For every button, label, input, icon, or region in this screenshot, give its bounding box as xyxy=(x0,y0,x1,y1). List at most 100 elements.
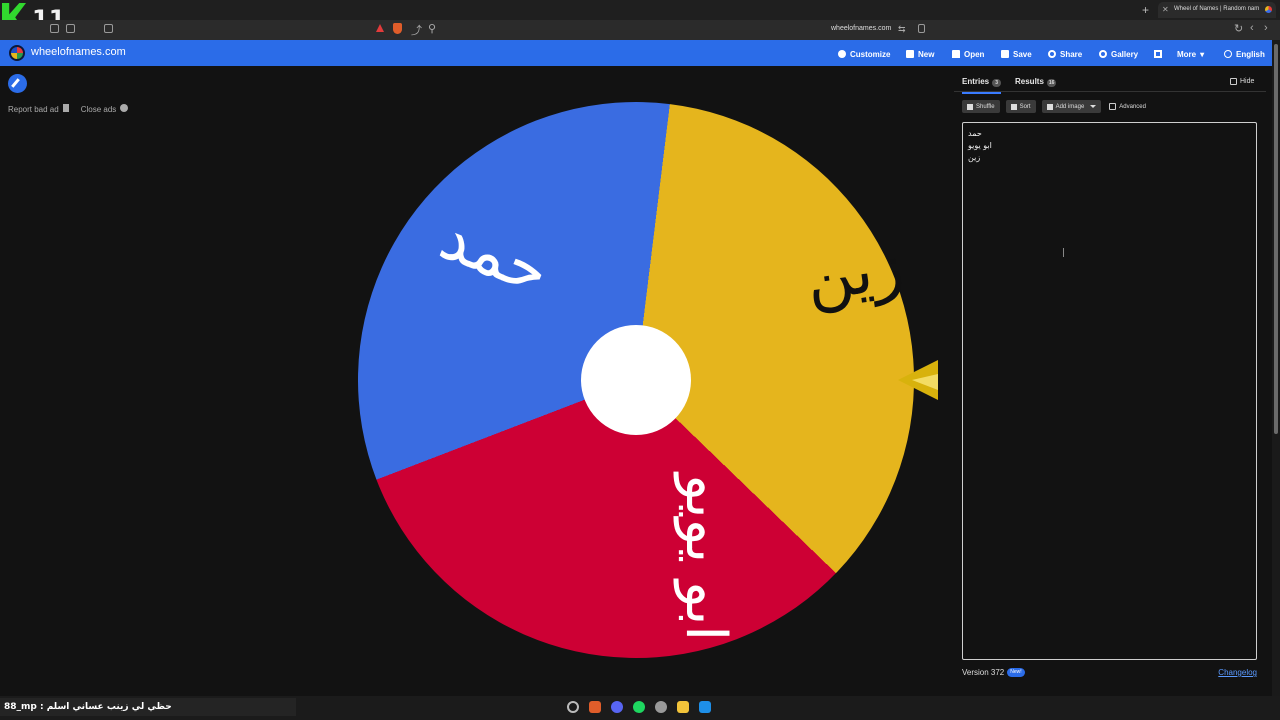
back-icon[interactable]: ‹ xyxy=(1250,22,1254,34)
close-ads-label: Close ads xyxy=(80,105,117,114)
windows-icon[interactable] xyxy=(699,701,711,713)
warning-icon[interactable] xyxy=(376,24,384,32)
entries-textarea[interactable]: حمد ابو يويو زين xyxy=(962,122,1257,660)
tab-title: Wheel of Names | Random nam xyxy=(1174,6,1260,12)
scrollbar-thumb[interactable] xyxy=(1274,44,1278,434)
share-page-icon[interactable]: ⤴ xyxy=(411,22,422,38)
folder-icon[interactable] xyxy=(677,701,689,713)
spotify-icon[interactable] xyxy=(633,701,645,713)
toolbar-icon[interactable] xyxy=(104,24,113,33)
bookmark-icon[interactable] xyxy=(918,24,925,33)
chevron-down-icon xyxy=(1090,105,1097,108)
forward-icon[interactable]: › xyxy=(1264,22,1268,34)
reload-icon[interactable]: ↻ xyxy=(1234,22,1243,35)
search-icon xyxy=(1099,50,1107,58)
hide-toggle[interactable]: Hide xyxy=(1230,78,1254,85)
menu-label: More xyxy=(1177,49,1197,59)
start-circle-icon[interactable] xyxy=(567,701,579,713)
tab-results[interactable]: Results 16 xyxy=(1015,77,1057,87)
menu-label: Gallery xyxy=(1111,49,1139,59)
entry-line: ابو يويو xyxy=(968,141,992,150)
toolbar-icon[interactable] xyxy=(66,24,75,33)
shuffle-label: Shuffle xyxy=(976,103,995,110)
share-icon xyxy=(1048,50,1056,58)
checkbox[interactable] xyxy=(1230,78,1237,85)
wheel-segment-label: زين xyxy=(801,229,909,317)
menu-label: Save xyxy=(1013,49,1032,59)
menu-share[interactable]: Share xyxy=(1048,47,1082,61)
sort-button[interactable]: Sort xyxy=(1005,100,1036,113)
active-tab[interactable]: ✕ Wheel of Names | Random nam xyxy=(1158,2,1276,18)
chat-ticker: 88_mp : حظي لي زينب عساني اسلم xyxy=(4,702,172,712)
image-icon xyxy=(1046,103,1053,110)
changelog-link[interactable]: Changelog xyxy=(1218,668,1257,677)
checkbox[interactable] xyxy=(1109,103,1117,110)
tab-entries[interactable]: Entries 3 xyxy=(962,77,1002,94)
count-badge: 16 xyxy=(1046,79,1057,87)
edit-button[interactable] xyxy=(8,74,27,93)
file-icon xyxy=(906,50,914,58)
wheel-logo-icon[interactable] xyxy=(9,45,25,61)
entries-toolbar: Shuffle Sort Add image Advanced xyxy=(962,100,1146,113)
menu-label: New xyxy=(918,49,935,59)
wheel-segment-label: ابو يويو xyxy=(673,474,738,641)
report-label: Report bad ad xyxy=(8,105,59,114)
close-ads-link[interactable]: Close ads xyxy=(81,104,129,114)
advanced-label: Advanced xyxy=(1119,103,1146,110)
fullscreen-icon xyxy=(1154,50,1162,58)
menu-label: Share xyxy=(1060,49,1083,59)
menu-open[interactable]: Open xyxy=(952,47,984,61)
add-image-label: Add image xyxy=(1055,103,1085,110)
new-tab-button[interactable]: + xyxy=(1142,3,1149,17)
brave-icon[interactable] xyxy=(589,701,601,713)
new-badge[interactable]: New! xyxy=(1007,668,1025,678)
menu-label: Open xyxy=(964,49,985,59)
panel-tabs: Entries 3 Results 16 Hide xyxy=(954,70,1266,94)
discord-icon[interactable] xyxy=(611,701,623,713)
entry-line: حمد xyxy=(968,129,982,138)
xbox-icon[interactable] xyxy=(655,701,667,713)
flag-icon xyxy=(62,104,69,112)
address-url[interactable]: wheelofnames.com xyxy=(831,25,891,32)
fullscreen-button[interactable] xyxy=(1154,47,1162,61)
shuffle-button[interactable]: Shuffle xyxy=(962,100,1000,113)
version-row: Version 372 New! Changelog xyxy=(962,668,1257,678)
menu-gallery[interactable]: Gallery xyxy=(1099,47,1138,61)
browser-tabstrip: 11 + ✕ Wheel of Names | Random nam xyxy=(0,0,1280,33)
wheel-center-hub[interactable] xyxy=(581,325,691,435)
tab-label: Results xyxy=(1015,77,1044,86)
translate-icon[interactable]: ⚲ xyxy=(428,22,436,35)
menu-more[interactable]: More ▾ xyxy=(1177,47,1204,61)
entry-line: زين xyxy=(968,153,981,162)
wheel-pointer-highlight xyxy=(912,374,938,390)
text-cursor-icon xyxy=(1063,248,1064,257)
menu-label: Customize xyxy=(850,49,891,59)
globe-icon xyxy=(1224,50,1232,58)
menu-customize[interactable]: Customize xyxy=(838,47,890,61)
add-image-button[interactable]: Add image xyxy=(1041,100,1102,113)
menu-save[interactable]: Save xyxy=(1001,47,1032,61)
os-taskbar: 88_mp : حظي لي زينب عساني اسلم xyxy=(0,696,1280,720)
sort-icon xyxy=(1010,103,1017,110)
shuffle-icon xyxy=(967,103,973,110)
menu-label: English xyxy=(1236,49,1265,59)
browser-toolbar: ⤴ ⚲ wheelofnames.com ⇆ ↻ ‹ › xyxy=(0,20,1280,40)
advanced-toggle[interactable]: Advanced xyxy=(1109,103,1146,110)
reader-icon[interactable]: ⇆ xyxy=(898,24,906,35)
menu-language[interactable]: English xyxy=(1224,47,1265,61)
close-circle-icon xyxy=(120,104,129,112)
folder-icon xyxy=(952,50,960,58)
chevron-down-icon: ▾ xyxy=(1200,49,1205,59)
report-bad-ad-link[interactable]: Report bad ad xyxy=(8,104,69,114)
close-tab-icon[interactable]: ✕ xyxy=(1162,5,1169,14)
menu-new[interactable]: New xyxy=(906,47,934,61)
tab-label: Entries xyxy=(962,77,990,86)
version-text: Version 372 xyxy=(962,668,1005,677)
sort-label: Sort xyxy=(1019,103,1031,110)
toolbar-icon[interactable] xyxy=(50,24,59,33)
tab-favicon-icon xyxy=(1265,6,1272,13)
save-icon xyxy=(1001,50,1009,58)
palette-icon xyxy=(838,50,846,58)
site-brand[interactable]: wheelofnames.com xyxy=(31,46,126,58)
brave-shield-icon[interactable] xyxy=(393,23,402,34)
